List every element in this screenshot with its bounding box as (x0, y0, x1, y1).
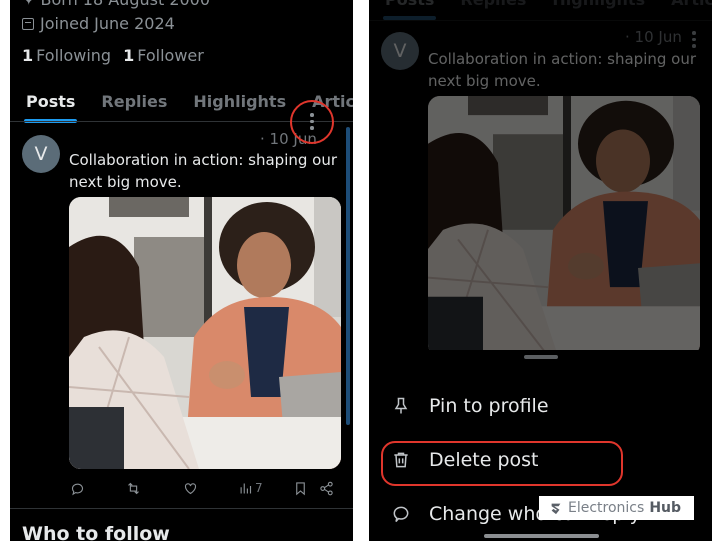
join-date-text: Joined June 2024 (40, 14, 175, 33)
like-button[interactable] (183, 481, 198, 496)
heart-icon (184, 482, 197, 494)
bookmark-icon (296, 481, 305, 495)
views-count: 7 (255, 481, 263, 495)
repost-button[interactable] (126, 481, 141, 496)
share-button[interactable] (319, 481, 334, 496)
shield-logo-icon (551, 503, 561, 515)
join-date: Joined June 2024 (22, 14, 175, 33)
following-link[interactable]: 1 Following (22, 46, 111, 65)
avatar[interactable]: V (22, 135, 60, 173)
bookmark-button[interactable] (293, 481, 308, 496)
speech-bubble-icon (393, 506, 409, 522)
views-button[interactable]: 7 (238, 481, 263, 496)
menu-item-label: Pin to profile (429, 395, 549, 417)
tab-replies[interactable]: Replies (93, 92, 175, 111)
sheet-drag-handle[interactable] (523, 355, 558, 359)
pin-icon (394, 397, 408, 414)
highlight-ring (290, 100, 334, 144)
reply-icon (71, 483, 84, 495)
calendar-icon (22, 17, 34, 30)
post-image[interactable] (69, 197, 341, 469)
post-options-screen: Posts Replies Highlights Articles V · 10… (369, 0, 712, 541)
post-actions: 7 (69, 480, 349, 496)
analytics-icon (240, 483, 252, 493)
menu-item-pin-to-profile[interactable]: Pin to profile (391, 395, 549, 417)
delete-highlight-ring (381, 441, 623, 486)
tab-posts[interactable]: Posts (18, 92, 83, 123)
repost-icon (128, 482, 139, 494)
followers-link[interactable]: 1 Follower (123, 46, 204, 65)
tab-highlights[interactable]: Highlights (185, 92, 294, 111)
balloon-icon: ✦ (22, 0, 41, 9)
home-indicator[interactable] (484, 534, 599, 538)
follow-stats: 1 Following 1 Follower (22, 46, 204, 65)
watermark-brand-light: Electronics (568, 500, 645, 516)
watermark-brand-bold: Hub (649, 500, 682, 516)
share-icon (320, 481, 333, 495)
who-to-follow-heading: Who to follow (22, 523, 170, 541)
meeting-photo (69, 197, 341, 469)
watermark: Electronics Hub (539, 496, 694, 520)
profile-screen: ✦ Born 18 August 2000 Joined June 2024 1… (10, 0, 353, 541)
birth-date: ✦ Born 18 August 2000 (22, 0, 210, 9)
reply-button[interactable] (70, 481, 85, 496)
section-divider (10, 508, 353, 509)
post-text: Collaboration in action: shaping our nex… (69, 151, 338, 191)
scrollbar[interactable] (346, 127, 350, 425)
